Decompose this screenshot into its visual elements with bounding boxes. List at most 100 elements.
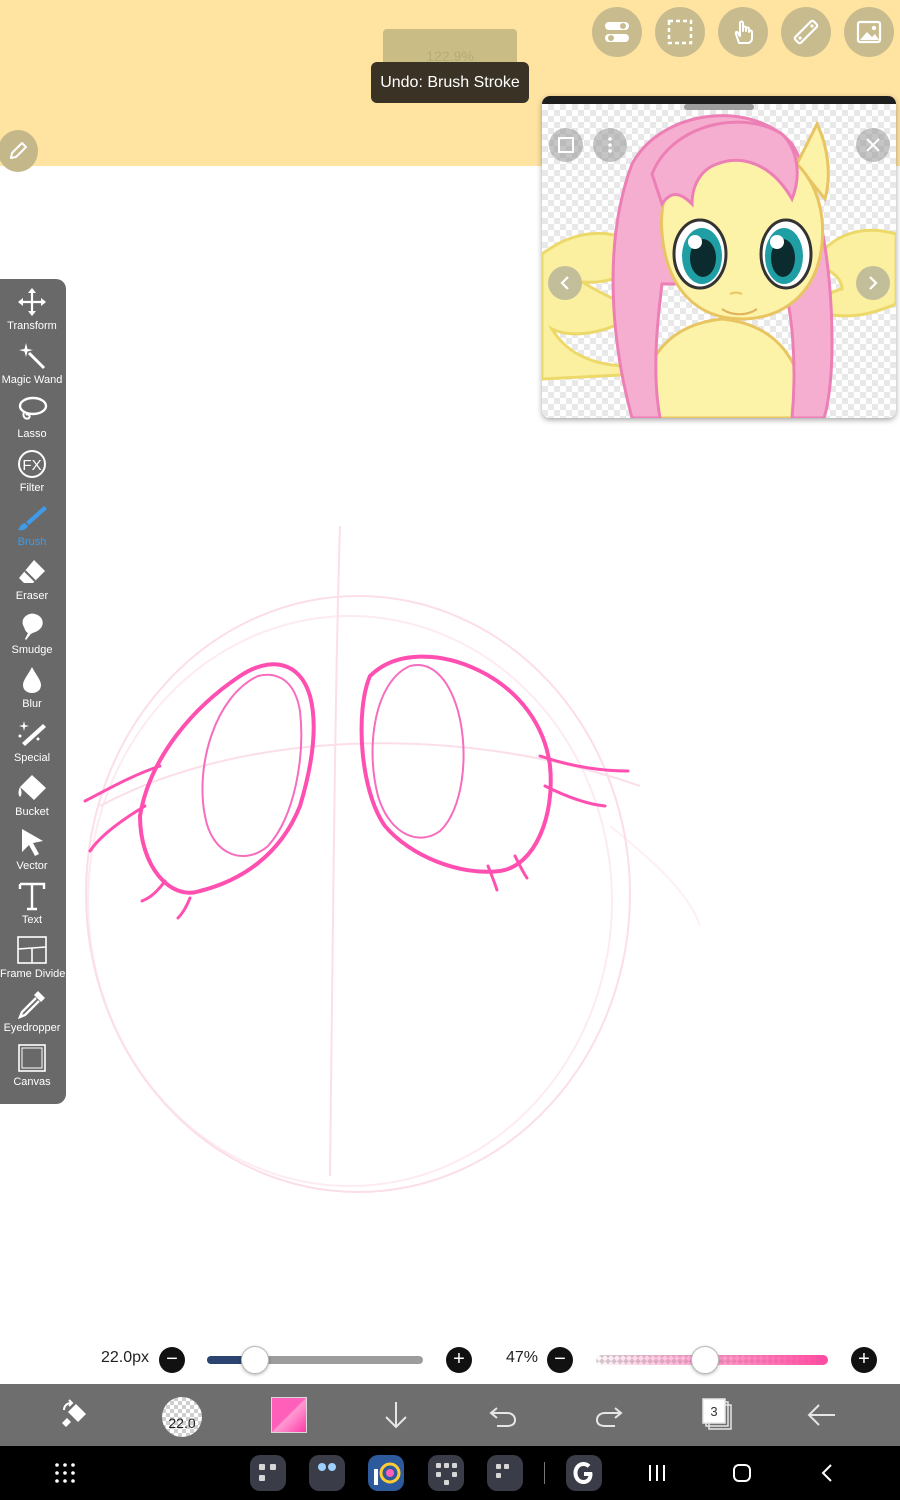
arrow-left-icon [807, 1404, 835, 1426]
app-folder-icon [259, 1464, 276, 1481]
redo-button[interactable] [587, 1393, 631, 1437]
head-guide-circle-2 [87, 615, 613, 1187]
tool-canvas[interactable]: Canvas [0, 1035, 64, 1089]
fx-filter-icon: FX [18, 450, 46, 478]
vertical-guide-line [329, 525, 341, 1177]
tool-sidebar: Transform Magic Wand Lasso FX Filter Bru… [0, 279, 69, 1104]
app-folder-icon [436, 1463, 457, 1485]
recent-apps-button[interactable] [635, 1451, 679, 1495]
tool-label: Bucket [15, 806, 49, 818]
droplet-icon [23, 667, 41, 693]
dock-app-folder-3[interactable] [428, 1455, 464, 1491]
tool-filter[interactable]: FX Filter [0, 441, 64, 495]
tool-label: Smudge [11, 644, 53, 656]
text-icon [18, 882, 46, 911]
reference-window[interactable] [542, 96, 896, 418]
ibispaint-app-icon [374, 1462, 401, 1485]
reference-crop-button[interactable] [549, 128, 583, 162]
app-folder-icon [318, 1463, 336, 1471]
magic-wand-icon [19, 343, 46, 370]
tool-smudge[interactable]: Smudge [0, 603, 64, 657]
tool-frame-divider[interactable]: Frame Divider [0, 927, 69, 981]
tool-label: Lasso [17, 428, 47, 440]
home-button[interactable] [720, 1451, 764, 1495]
canvas-icon [18, 1044, 46, 1072]
home-icon [733, 1464, 751, 1482]
opacity-increase-button[interactable]: + [851, 1347, 877, 1373]
tool-label: Vector [16, 860, 48, 872]
size-decrease-button[interactable]: − [159, 1347, 185, 1373]
tool-label: Canvas [13, 1076, 51, 1088]
reference-next-button[interactable] [856, 266, 890, 300]
tool-transform[interactable]: Transform [0, 279, 64, 333]
color-picker-button[interactable] [271, 1397, 307, 1433]
right-eye-sketch [359, 654, 630, 892]
ear-guide-line [609, 825, 701, 927]
eraser-icon [19, 560, 45, 583]
app-folder-icon [496, 1464, 509, 1478]
layer-count: 3 [710, 1404, 717, 1419]
toggle-button[interactable] [592, 7, 642, 57]
tool-blur[interactable]: Blur [0, 657, 64, 711]
tool-eraser[interactable]: Eraser [0, 549, 64, 603]
tool-brush[interactable]: Brush [0, 495, 64, 549]
brush-icon [18, 506, 47, 531]
dock-app-ibispaint[interactable] [368, 1455, 404, 1491]
dock-app-folder-4[interactable] [487, 1455, 523, 1491]
undo-button[interactable] [481, 1393, 525, 1437]
brush-size-preview[interactable]: 22.0 [162, 1397, 202, 1437]
head-guide-circle [85, 595, 631, 1193]
special-brush-icon [18, 721, 46, 746]
reference-image-icon [856, 20, 882, 44]
reference-close-button[interactable] [856, 128, 890, 162]
reference-menu-button[interactable] [593, 128, 627, 162]
square-icon [558, 137, 574, 153]
save-download-button[interactable] [374, 1393, 418, 1437]
size-increase-button[interactable]: + [446, 1347, 472, 1373]
close-icon [866, 138, 880, 152]
dock-app-folder-1[interactable] [250, 1455, 286, 1491]
tool-bucket[interactable]: Bucket [0, 765, 64, 819]
pencil-icon [10, 142, 27, 159]
brush-opacity-slider-thumb[interactable] [691, 1346, 720, 1374]
eyedropper-icon [17, 991, 45, 1019]
dock-app-folder-2[interactable] [309, 1455, 345, 1491]
toggle-icon [605, 22, 629, 42]
back-button[interactable] [800, 1393, 844, 1437]
gesture-button[interactable] [718, 7, 768, 57]
reference-image-button[interactable] [844, 7, 894, 57]
tool-label: Special [13, 752, 51, 764]
tool-magic-wand[interactable]: Magic Wand [0, 333, 64, 387]
layers-button[interactable]: 3 [694, 1393, 738, 1437]
tool-label: Blur [22, 698, 42, 710]
ruler-button[interactable] [781, 7, 831, 57]
quick-switch-button[interactable] [53, 1393, 97, 1437]
dock-app-google[interactable] [566, 1455, 602, 1491]
tool-special[interactable]: Special [0, 711, 64, 765]
tool-label: Text [21, 914, 43, 926]
tool-label: Eyedropper [3, 1022, 61, 1034]
paint-bucket-icon [18, 775, 46, 800]
selection-button[interactable] [655, 7, 705, 57]
grid-dots-icon [55, 1463, 75, 1483]
more-vertical-icon [608, 137, 612, 153]
tool-text[interactable]: Text [0, 873, 64, 927]
brush-size-slider-thumb[interactable] [240, 1346, 269, 1374]
opacity-decrease-button[interactable]: − [547, 1347, 573, 1373]
selection-icon [667, 19, 693, 45]
tool-eyedropper[interactable]: Eyedropper [0, 981, 64, 1035]
cursor-arrow-icon [22, 829, 43, 856]
tool-label: Filter [19, 482, 45, 494]
back-chevron-icon [821, 1464, 832, 1482]
app-drawer-button[interactable] [43, 1451, 87, 1495]
reference-previous-button[interactable] [548, 266, 582, 300]
dock-divider [544, 1462, 545, 1484]
layers-icon: 3 [702, 1398, 732, 1430]
tool-vector[interactable]: Vector [0, 819, 64, 873]
reference-window-titlebar[interactable] [542, 96, 896, 104]
smudge-icon [22, 613, 43, 640]
undo-icon [489, 1407, 517, 1427]
tool-lasso[interactable]: Lasso [0, 387, 64, 441]
reference-window-drag-handle[interactable] [684, 104, 754, 110]
system-back-button[interactable] [805, 1451, 849, 1495]
